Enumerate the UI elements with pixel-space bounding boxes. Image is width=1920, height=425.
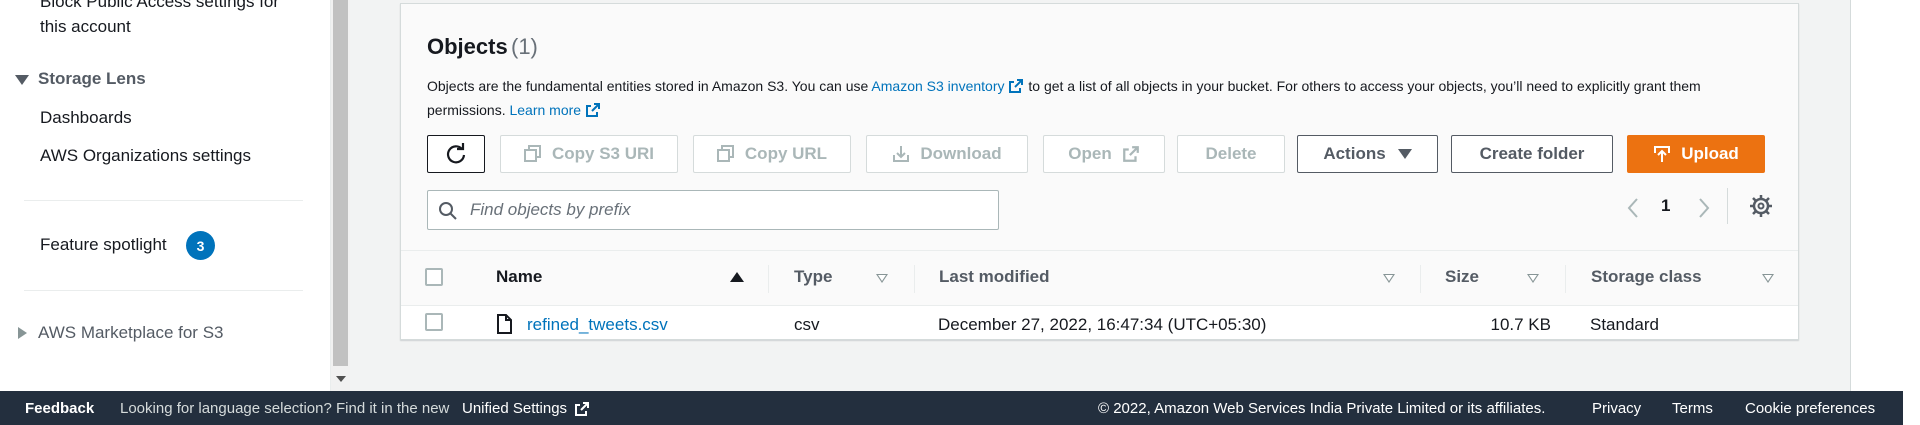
column-separator (768, 265, 769, 293)
sort-ascending-icon[interactable] (730, 272, 744, 282)
object-last-modified: December 27, 2022, 16:47:34 (UTC+05:30) (938, 315, 1267, 334)
sidebar-scrollbar[interactable] (331, 0, 350, 391)
caret-down-icon[interactable] (15, 75, 29, 85)
column-separator (1420, 265, 1421, 293)
gear-icon[interactable] (1749, 194, 1773, 218)
upload-icon (1653, 145, 1671, 163)
caret-right-icon[interactable] (18, 327, 27, 339)
object-storage-class: Standard (1590, 315, 1659, 334)
open-label: Open (1068, 144, 1112, 163)
column-header-name[interactable]: Name (496, 267, 542, 287)
sidebar-item-block-public-access-line1[interactable]: Block Public Access settings for (40, 0, 279, 12)
file-icon (497, 314, 512, 334)
side-navigation: Block Public Access settings for this ac… (0, 0, 331, 391)
sidebar-item-dashboards[interactable]: Dashboards (40, 108, 132, 128)
language-notice: Looking for language selection? Find it … (120, 400, 450, 417)
search-icon (439, 202, 457, 220)
refresh-button[interactable] (427, 135, 485, 173)
objects-header: Objects (1) Objects are the fundamental … (401, 4, 1798, 250)
sort-icon[interactable] (876, 274, 888, 283)
copy-url-button[interactable]: Copy URL (693, 135, 851, 173)
objects-count: (1) (511, 34, 538, 59)
actions-label: Actions (1323, 144, 1386, 163)
copy-s3-uri-label: Copy S3 URI (551, 144, 655, 163)
sort-icon[interactable] (1383, 274, 1395, 283)
create-folder-label: Create folder (1479, 144, 1585, 163)
search-field[interactable] (427, 190, 999, 230)
download-icon (892, 145, 910, 163)
select-all-checkbox[interactable] (425, 268, 443, 286)
scroll-down-arrow-icon[interactable] (336, 376, 346, 382)
external-link-icon (586, 103, 601, 117)
object-size: 10.7 KB (1490, 315, 1552, 334)
right-panel-strip (1850, 0, 1920, 391)
sort-icon[interactable] (1762, 274, 1774, 283)
upload-button[interactable]: Upload (1627, 135, 1765, 173)
copy-icon (716, 145, 735, 163)
download-button[interactable]: Download (866, 135, 1028, 173)
terms-link[interactable]: Terms (1672, 400, 1713, 417)
cookie-preferences-link[interactable]: Cookie preferences (1745, 400, 1875, 417)
footer-scroll-strip (1903, 391, 1920, 425)
scrollbar-thumb[interactable] (333, 0, 348, 366)
sidebar-item-feature-spotlight[interactable]: Feature spotlight (40, 235, 167, 255)
upload-label: Upload (1681, 144, 1739, 163)
chevron-left-icon[interactable] (1623, 196, 1643, 220)
page-title: Objects (427, 34, 508, 59)
external-link-icon (1009, 79, 1024, 93)
column-separator (1565, 265, 1566, 293)
column-separator (914, 265, 915, 293)
copy-icon (523, 145, 542, 163)
external-link-icon (1122, 146, 1139, 162)
notification-badge: 3 (186, 231, 215, 260)
refresh-icon (446, 143, 466, 164)
table-header: Name Type Last modified Size Storage cla… (401, 250, 1798, 306)
delete-button[interactable]: Delete (1177, 135, 1285, 173)
sidebar-item-block-public-access-line2[interactable]: this account (40, 17, 131, 37)
column-header-size[interactable]: Size (1445, 267, 1479, 287)
feedback-link[interactable]: Feedback (25, 400, 94, 417)
open-button[interactable]: Open (1043, 135, 1165, 173)
row-checkbox[interactable] (425, 313, 443, 331)
download-label: Download (920, 144, 1002, 163)
actions-dropdown[interactable]: Actions (1297, 135, 1438, 173)
sidebar-section-storage-lens[interactable]: Storage Lens (38, 69, 146, 89)
column-header-storage-class[interactable]: Storage class (1591, 267, 1702, 287)
delete-label: Delete (1205, 144, 1257, 163)
chevron-right-icon[interactable] (1694, 196, 1714, 220)
table-row[interactable]: refined_tweets.csv csv December 27, 2022… (401, 306, 1798, 341)
copyright-text: © 2022, Amazon Web Services India Privat… (1098, 400, 1546, 417)
privacy-link[interactable]: Privacy (1592, 400, 1641, 417)
create-folder-button[interactable]: Create folder (1451, 135, 1613, 173)
sidebar-item-org-settings[interactable]: AWS Organizations settings (40, 146, 251, 166)
caret-down-icon (1397, 149, 1412, 159)
sort-icon[interactable] (1527, 274, 1539, 283)
sidebar-divider (24, 200, 303, 201)
s3-inventory-link[interactable]: Amazon S3 inventory (871, 78, 1004, 94)
copy-s3-uri-button[interactable]: Copy S3 URI (500, 135, 678, 173)
objects-panel: Objects (1) Objects are the fundamental … (400, 3, 1799, 340)
search-input[interactable] (468, 196, 988, 224)
column-header-type[interactable]: Type (794, 267, 832, 287)
learn-more-link[interactable]: Learn more (509, 102, 581, 118)
external-link-icon (575, 402, 589, 416)
description-text: Objects are the fundamental entities sto… (427, 78, 872, 94)
object-type: csv (794, 315, 820, 334)
sidebar-divider (24, 290, 303, 291)
objects-description: Objects are the fundamental entities sto… (427, 74, 1757, 122)
sidebar-section-marketplace[interactable]: AWS Marketplace for S3 (38, 323, 224, 343)
column-header-last-modified[interactable]: Last modified (939, 267, 1050, 287)
page-number[interactable]: 1 (1661, 196, 1670, 216)
copy-url-label: Copy URL (744, 144, 828, 163)
pagination-divider (1727, 188, 1728, 224)
console-footer: Feedback Looking for language selection?… (0, 391, 1920, 425)
object-name-link[interactable]: refined_tweets.csv (527, 315, 668, 335)
unified-settings-link[interactable]: Unified Settings (462, 400, 567, 417)
